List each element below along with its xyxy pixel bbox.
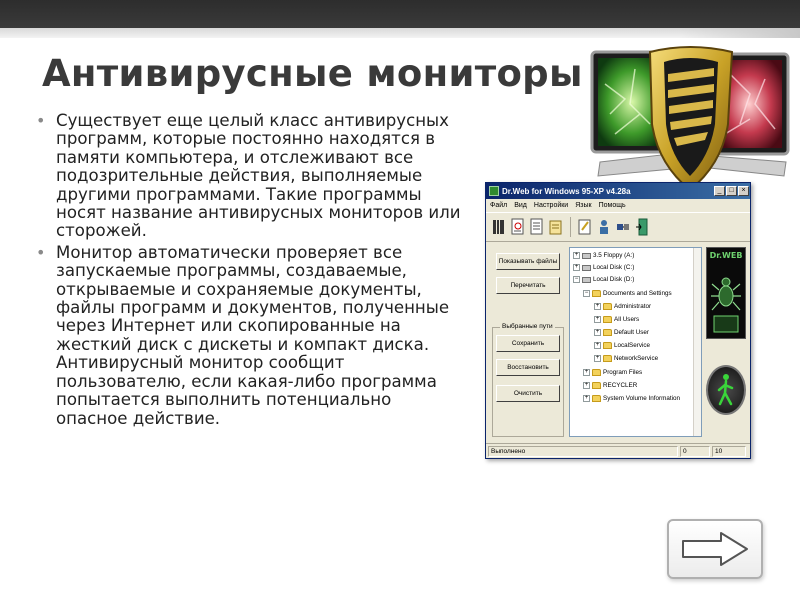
clear-button[interactable]: Очистить xyxy=(496,385,560,402)
drweb-logo-panel: Dr.WEB xyxy=(706,247,746,339)
bullet-list: • Существует еще целый класс антивирусных… xyxy=(34,111,464,431)
tree-item[interactable]: + Program Files xyxy=(583,367,642,378)
folder-icon xyxy=(592,395,601,402)
restore-button[interactable]: Восстановить xyxy=(496,359,560,376)
tree-item[interactable]: +3.5 Floppy (A:) xyxy=(573,250,634,261)
floppy-icon xyxy=(582,252,591,259)
slide-title: Антивирусные мониторы xyxy=(42,52,583,95)
tree-scrollbar[interactable] xyxy=(693,248,701,436)
save-button[interactable]: Сохранить xyxy=(496,335,560,352)
show-files-button[interactable]: Показывать файлы xyxy=(496,253,560,270)
folder-icon xyxy=(603,342,612,349)
window-title: Dr.Web for Windows 95-XP v4.28a xyxy=(502,186,631,196)
tree-item[interactable]: + System Volume Information xyxy=(583,393,680,404)
next-arrow-icon xyxy=(682,532,748,566)
bullet-dot-icon: • xyxy=(36,242,46,262)
expand-icon[interactable]: + xyxy=(573,264,580,271)
left-panel: Показывать файлы Перечитать Выбранные пу… xyxy=(490,247,566,439)
maximize-button[interactable]: □ xyxy=(726,186,737,196)
walking-man-icon xyxy=(717,374,734,406)
main-area: Показывать файлы Перечитать Выбранные пу… xyxy=(486,243,750,443)
status-count-a: 0 xyxy=(680,445,710,457)
folder-icon xyxy=(603,355,612,362)
expand-icon[interactable]: + xyxy=(573,252,580,259)
status-text: Выполнено xyxy=(488,445,678,457)
notes-icon[interactable] xyxy=(549,218,563,236)
tree-item[interactable]: + All Users xyxy=(594,314,639,325)
tree-item[interactable]: + NetworkService xyxy=(594,353,658,364)
minimize-button[interactable]: _ xyxy=(714,186,725,196)
menu-language[interactable]: Язык xyxy=(575,202,591,209)
list-icon[interactable] xyxy=(530,218,544,236)
folder-tree[interactable]: +3.5 Floppy (A:) + Local Disk (C:) − Local… xyxy=(569,247,702,437)
expand-icon[interactable]: + xyxy=(594,329,601,336)
bullet-dot-icon: • xyxy=(36,111,46,130)
expand-icon[interactable]: + xyxy=(583,382,590,389)
expand-icon[interactable]: + xyxy=(594,303,601,310)
collapse-icon[interactable]: − xyxy=(583,290,590,297)
network-icon[interactable] xyxy=(616,218,630,236)
folder-icon xyxy=(603,316,612,323)
spider-icon xyxy=(711,277,741,333)
folder-icon xyxy=(592,290,601,297)
tree-item[interactable]: + Local Disk (C:) xyxy=(573,262,634,273)
edit-icon[interactable] xyxy=(578,218,592,236)
top-decor-bar xyxy=(0,0,800,28)
drweb-logo: Dr.WEB xyxy=(709,251,743,260)
top-accent-bar xyxy=(0,28,800,38)
status-count-b: 10 xyxy=(712,445,746,457)
shield-icon xyxy=(590,46,790,192)
bullet-item: • Существует еще целый класс антивирусных… xyxy=(36,111,461,241)
right-panel: Dr.WEB xyxy=(706,247,746,439)
tree-item[interactable]: − Local Disk (D:) xyxy=(573,274,634,285)
group-label: Выбранные пути xyxy=(500,323,555,330)
exit-icon[interactable] xyxy=(635,218,649,236)
disk-icon xyxy=(582,276,591,283)
menu-help[interactable]: Помощь xyxy=(599,202,626,209)
folder-icon xyxy=(603,329,612,336)
report-icon[interactable] xyxy=(511,218,525,236)
collapse-icon[interactable]: − xyxy=(573,276,580,283)
scan-icon[interactable] xyxy=(492,218,506,236)
next-slide-button[interactable] xyxy=(667,519,763,579)
folder-icon xyxy=(592,382,601,389)
status-bar: Выполнено 0 10 xyxy=(486,443,750,458)
toolbar-separator xyxy=(570,217,571,237)
expand-icon[interactable]: + xyxy=(594,342,601,349)
expand-icon[interactable]: + xyxy=(594,355,601,362)
menu-bar: Файл Вид Настройки Язык Помощь xyxy=(486,199,750,212)
expand-icon[interactable]: + xyxy=(583,369,590,376)
folder-icon xyxy=(592,369,601,376)
menu-settings[interactable]: Настройки xyxy=(534,202,568,209)
status-indicator xyxy=(706,365,746,415)
reread-button[interactable]: Перечитать xyxy=(496,277,560,294)
expand-icon[interactable]: + xyxy=(583,395,590,402)
expand-icon[interactable]: + xyxy=(594,316,601,323)
close-button[interactable]: × xyxy=(738,186,749,196)
user-icon[interactable] xyxy=(597,218,611,236)
tree-item[interactable]: + Administrator xyxy=(594,301,651,312)
toolbar xyxy=(486,212,750,242)
menu-view[interactable]: Вид xyxy=(514,202,527,209)
tree-item[interactable]: + RECYCLER xyxy=(583,380,637,391)
tree-item[interactable]: − Documents and Settings xyxy=(583,288,672,299)
menu-file[interactable]: Файл xyxy=(490,202,507,209)
folder-icon xyxy=(603,303,612,310)
window-titlebar[interactable]: Dr.Web for Windows 95-XP v4.28a _ □ × xyxy=(486,183,750,199)
disk-icon xyxy=(582,264,591,271)
app-window: Dr.Web for Windows 95-XP v4.28a _ □ × Фа… xyxy=(485,182,751,459)
app-icon xyxy=(489,186,499,196)
bullet-item: • Монитор автоматически проверяет все зап… xyxy=(36,242,450,428)
tree-item[interactable]: + Default User xyxy=(594,327,649,338)
tree-item[interactable]: + LocalService xyxy=(594,340,650,351)
